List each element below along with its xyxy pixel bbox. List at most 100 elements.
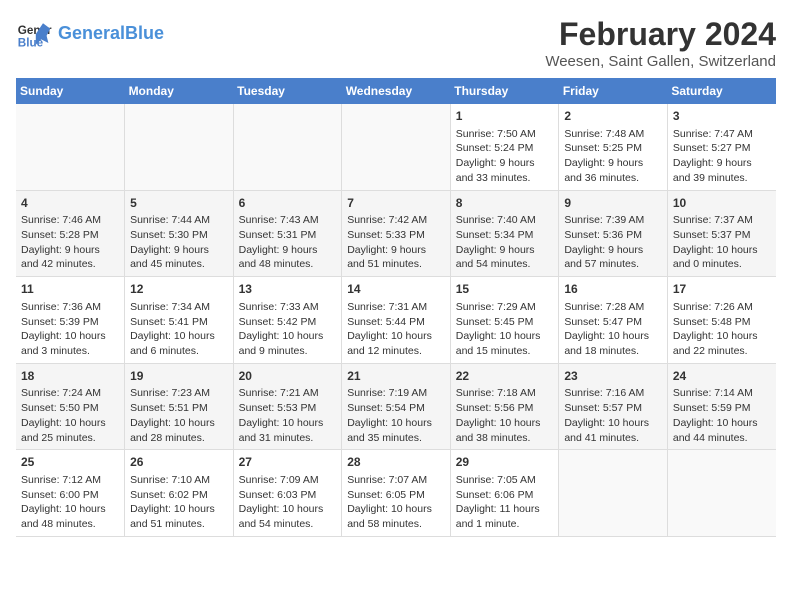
calendar-cell: 3 Sunrise: 7:47 AM Sunset: 5:27 PM Daylig… <box>667 104 776 190</box>
calendar-cell <box>342 104 451 190</box>
day-number: 29 <box>456 454 554 471</box>
day-number: 20 <box>239 368 337 385</box>
day-number: 27 <box>239 454 337 471</box>
day-number: 17 <box>673 281 771 298</box>
day-number: 6 <box>239 195 337 212</box>
calendar-cell: 21Sunrise: 7:19 AM Sunset: 5:54 PM Dayli… <box>342 363 451 450</box>
day-number: 5 <box>130 195 228 212</box>
day-number: 14 <box>347 281 445 298</box>
cell-content: Sunrise: 7:40 AM Sunset: 5:34 PM Dayligh… <box>456 213 554 272</box>
day-number: 1 <box>456 108 554 125</box>
cell-content: Sunrise: 7:42 AM Sunset: 5:33 PM Dayligh… <box>347 213 445 272</box>
calendar-cell: 15 Sunrise: 7:29 AM Sunset: 5:45 PM Dayli… <box>450 277 559 364</box>
cell-content: Sunrise: 7:14 AM Sunset: 5:59 PM Dayligh… <box>673 386 771 445</box>
calendar-cell: 20Sunrise: 7:21 AM Sunset: 5:53 PM Dayli… <box>233 363 342 450</box>
calendar-cell: 28Sunrise: 7:07 AM Sunset: 6:05 PM Dayli… <box>342 450 451 537</box>
day-number: 16 <box>564 281 662 298</box>
week-row-3: 11Sunrise: 7:36 AM Sunset: 5:39 PM Dayli… <box>16 277 776 364</box>
calendar-cell: 26 Sunrise: 7:10 AM Sunset: 6:02 PM Dayli… <box>125 450 234 537</box>
cell-content: Sunrise: 7:23 AM Sunset: 5:51 PM Dayligh… <box>130 386 228 445</box>
week-row-2: 4Sunrise: 7:46 AM Sunset: 5:28 PM Daylig… <box>16 190 776 277</box>
cell-content: Sunrise: 7:05 AM Sunset: 6:06 PM Dayligh… <box>456 473 554 532</box>
calendar-cell: 2 Sunrise: 7:48 AM Sunset: 5:25 PM Daylig… <box>559 104 668 190</box>
cell-content: Sunrise: 7:46 AM Sunset: 5:28 PM Dayligh… <box>21 213 119 272</box>
calendar-cell: 7Sunrise: 7:42 AM Sunset: 5:33 PM Daylig… <box>342 190 451 277</box>
day-number: 9 <box>564 195 662 212</box>
logo-wordmark: GeneralBlue <box>58 24 164 44</box>
day-number: 3 <box>673 108 771 125</box>
day-number: 23 <box>564 368 662 385</box>
calendar-cell: 24Sunrise: 7:14 AM Sunset: 5:59 PM Dayli… <box>667 363 776 450</box>
calendar-cell <box>125 104 234 190</box>
calendar-body: 1 Sunrise: 7:50 AM Sunset: 5:24 PM Daylig… <box>16 104 776 536</box>
day-number: 18 <box>21 368 119 385</box>
day-number: 10 <box>673 195 771 212</box>
cell-content: Sunrise: 7:50 AM Sunset: 5:24 PM Dayligh… <box>456 127 554 186</box>
calendar-cell: 6Sunrise: 7:43 AM Sunset: 5:31 PM Daylig… <box>233 190 342 277</box>
logo-blue: Blue <box>125 23 164 43</box>
day-header-thursday: Thursday <box>450 78 559 104</box>
logo-general: General <box>58 23 125 43</box>
cell-content: Sunrise: 7:37 AM Sunset: 5:37 PM Dayligh… <box>673 213 771 272</box>
cell-content: Sunrise: 7:48 AM Sunset: 5:25 PM Dayligh… <box>564 127 662 186</box>
cell-content: Sunrise: 7:19 AM Sunset: 5:54 PM Dayligh… <box>347 386 445 445</box>
cell-content: Sunrise: 7:43 AM Sunset: 5:31 PM Dayligh… <box>239 213 337 272</box>
day-number: 8 <box>456 195 554 212</box>
day-number: 21 <box>347 368 445 385</box>
day-number: 26 <box>130 454 228 471</box>
calendar-cell: 19Sunrise: 7:23 AM Sunset: 5:51 PM Dayli… <box>125 363 234 450</box>
calendar-cell <box>16 104 125 190</box>
calendar-cell <box>667 450 776 537</box>
calendar-table: SundayMondayTuesdayWednesdayThursdayFrid… <box>16 78 776 537</box>
cell-content: Sunrise: 7:29 AM Sunset: 5:45 PM Dayligh… <box>456 300 554 359</box>
day-header-wednesday: Wednesday <box>342 78 451 104</box>
calendar-cell: 5Sunrise: 7:44 AM Sunset: 5:30 PM Daylig… <box>125 190 234 277</box>
cell-content: Sunrise: 7:28 AM Sunset: 5:47 PM Dayligh… <box>564 300 662 359</box>
calendar-cell: 29 Sunrise: 7:05 AM Sunset: 6:06 PM Dayli… <box>450 450 559 537</box>
logo-icon: General Blue <box>16 16 52 52</box>
cell-content: Sunrise: 7:18 AM Sunset: 5:56 PM Dayligh… <box>456 386 554 445</box>
day-number: 24 <box>673 368 771 385</box>
calendar-cell: 25 Sunrise: 7:12 AM Sunset: 6:00 PM Dayli… <box>16 450 125 537</box>
day-number: 2 <box>564 108 662 125</box>
title-area: February 2024 Weesen, Saint Gallen, Swit… <box>545 16 776 70</box>
cell-content: Sunrise: 7:21 AM Sunset: 5:53 PM Dayligh… <box>239 386 337 445</box>
cell-content: Sunrise: 7:47 AM Sunset: 5:27 PM Dayligh… <box>673 127 771 186</box>
location-subtitle: Weesen, Saint Gallen, Switzerland <box>545 53 776 70</box>
header: General Blue GeneralBlue February 2024 W… <box>16 16 776 70</box>
cell-content: Sunrise: 7:16 AM Sunset: 5:57 PM Dayligh… <box>564 386 662 445</box>
cell-content: Sunrise: 7:36 AM Sunset: 5:39 PM Dayligh… <box>21 300 119 359</box>
cell-content: Sunrise: 7:10 AM Sunset: 6:02 PM Dayligh… <box>130 473 228 532</box>
day-header-saturday: Saturday <box>667 78 776 104</box>
week-row-5: 25 Sunrise: 7:12 AM Sunset: 6:00 PM Dayli… <box>16 450 776 537</box>
calendar-cell: 13 Sunrise: 7:33 AM Sunset: 5:42 PM Dayli… <box>233 277 342 364</box>
day-number: 25 <box>21 454 119 471</box>
day-header-friday: Friday <box>559 78 668 104</box>
calendar-cell: 16 Sunrise: 7:28 AM Sunset: 5:47 PM Dayli… <box>559 277 668 364</box>
day-number: 4 <box>21 195 119 212</box>
day-number: 19 <box>130 368 228 385</box>
cell-content: Sunrise: 7:26 AM Sunset: 5:48 PM Dayligh… <box>673 300 771 359</box>
cell-content: Sunrise: 7:07 AM Sunset: 6:05 PM Dayligh… <box>347 473 445 532</box>
cell-content: Sunrise: 7:44 AM Sunset: 5:30 PM Dayligh… <box>130 213 228 272</box>
calendar-cell: 11Sunrise: 7:36 AM Sunset: 5:39 PM Dayli… <box>16 277 125 364</box>
month-title: February 2024 <box>545 16 776 53</box>
day-number: 12 <box>130 281 228 298</box>
day-header-sunday: Sunday <box>16 78 125 104</box>
calendar-cell: 1 Sunrise: 7:50 AM Sunset: 5:24 PM Daylig… <box>450 104 559 190</box>
calendar-header: SundayMondayTuesdayWednesdayThursdayFrid… <box>16 78 776 104</box>
calendar-cell <box>233 104 342 190</box>
day-number: 22 <box>456 368 554 385</box>
day-number: 15 <box>456 281 554 298</box>
calendar-cell: 9Sunrise: 7:39 AM Sunset: 5:36 PM Daylig… <box>559 190 668 277</box>
cell-content: Sunrise: 7:33 AM Sunset: 5:42 PM Dayligh… <box>239 300 337 359</box>
calendar-cell <box>559 450 668 537</box>
day-header-monday: Monday <box>125 78 234 104</box>
day-header-tuesday: Tuesday <box>233 78 342 104</box>
cell-content: Sunrise: 7:34 AM Sunset: 5:41 PM Dayligh… <box>130 300 228 359</box>
logo: General Blue GeneralBlue <box>16 16 164 52</box>
week-row-4: 18Sunrise: 7:24 AM Sunset: 5:50 PM Dayli… <box>16 363 776 450</box>
day-number: 13 <box>239 281 337 298</box>
cell-content: Sunrise: 7:31 AM Sunset: 5:44 PM Dayligh… <box>347 300 445 359</box>
cell-content: Sunrise: 7:12 AM Sunset: 6:00 PM Dayligh… <box>21 473 119 532</box>
